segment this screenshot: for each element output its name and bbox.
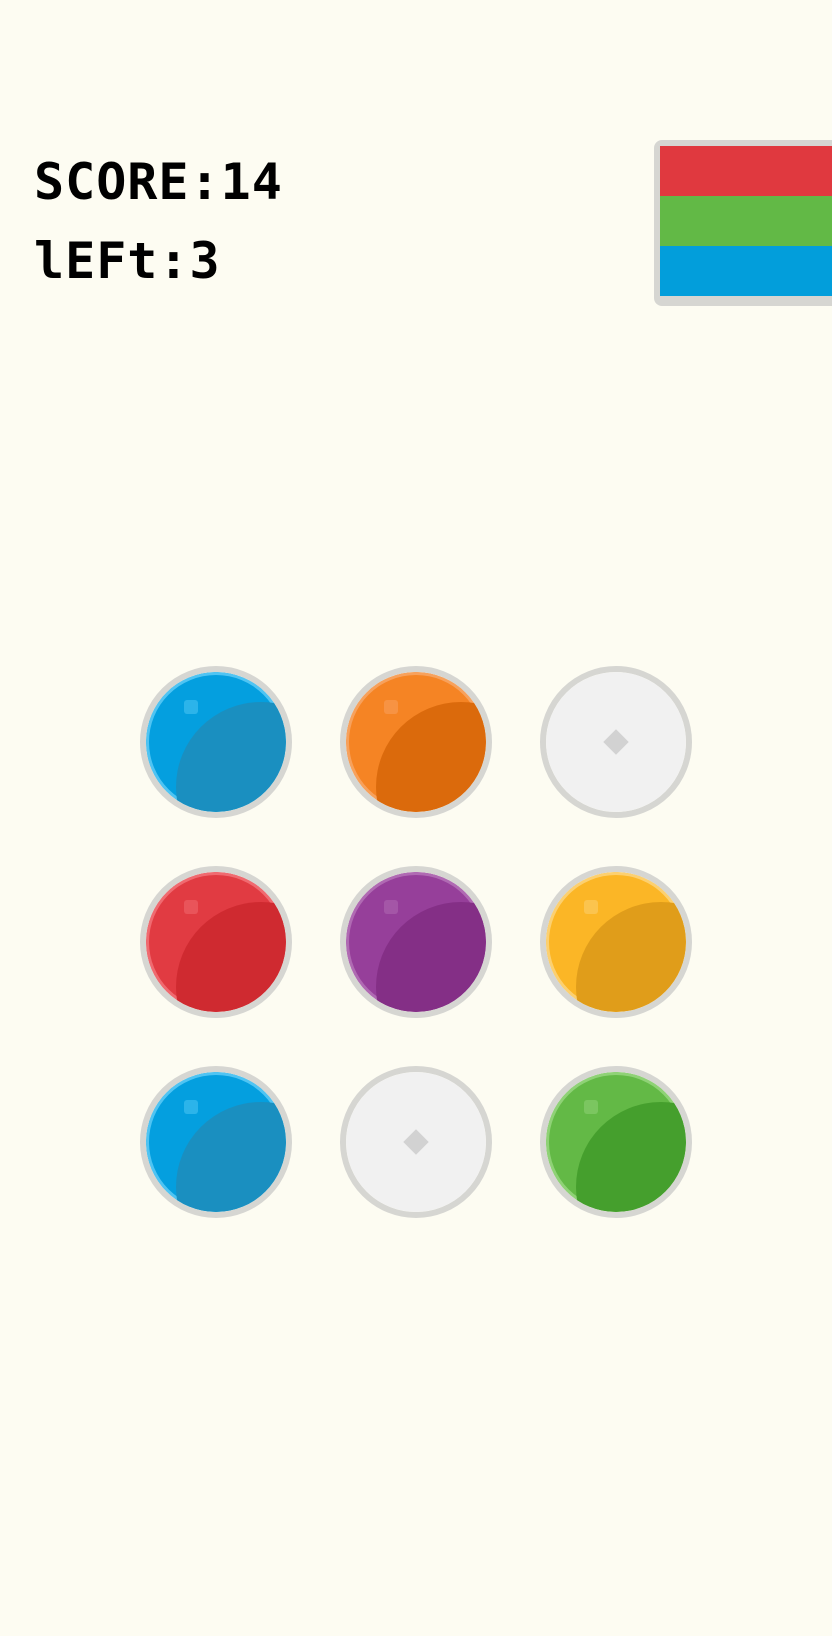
- blue-ball[interactable]: [140, 1066, 292, 1218]
- next-piece-bar-red: [660, 146, 832, 196]
- empty-slot[interactable]: [340, 1066, 492, 1218]
- next-piece-bar-green: [660, 196, 832, 246]
- empty-slot-marker: [403, 1129, 429, 1155]
- red-ball[interactable]: [140, 866, 292, 1018]
- empty-slot-marker: [603, 729, 629, 755]
- purple-ball[interactable]: [340, 866, 492, 1018]
- yellow-ball[interactable]: [540, 866, 692, 1018]
- green-ball[interactable]: [540, 1066, 692, 1218]
- game-board: [140, 666, 700, 1266]
- empty-slot[interactable]: [540, 666, 692, 818]
- next-piece-bar-blue: [660, 246, 832, 296]
- orange-ball[interactable]: [340, 666, 492, 818]
- moves-left-label: lEFt:3: [34, 232, 221, 290]
- blue-ball[interactable]: [140, 666, 292, 818]
- score-label: SCORE:14: [34, 153, 283, 211]
- next-piece-preview: [654, 140, 832, 306]
